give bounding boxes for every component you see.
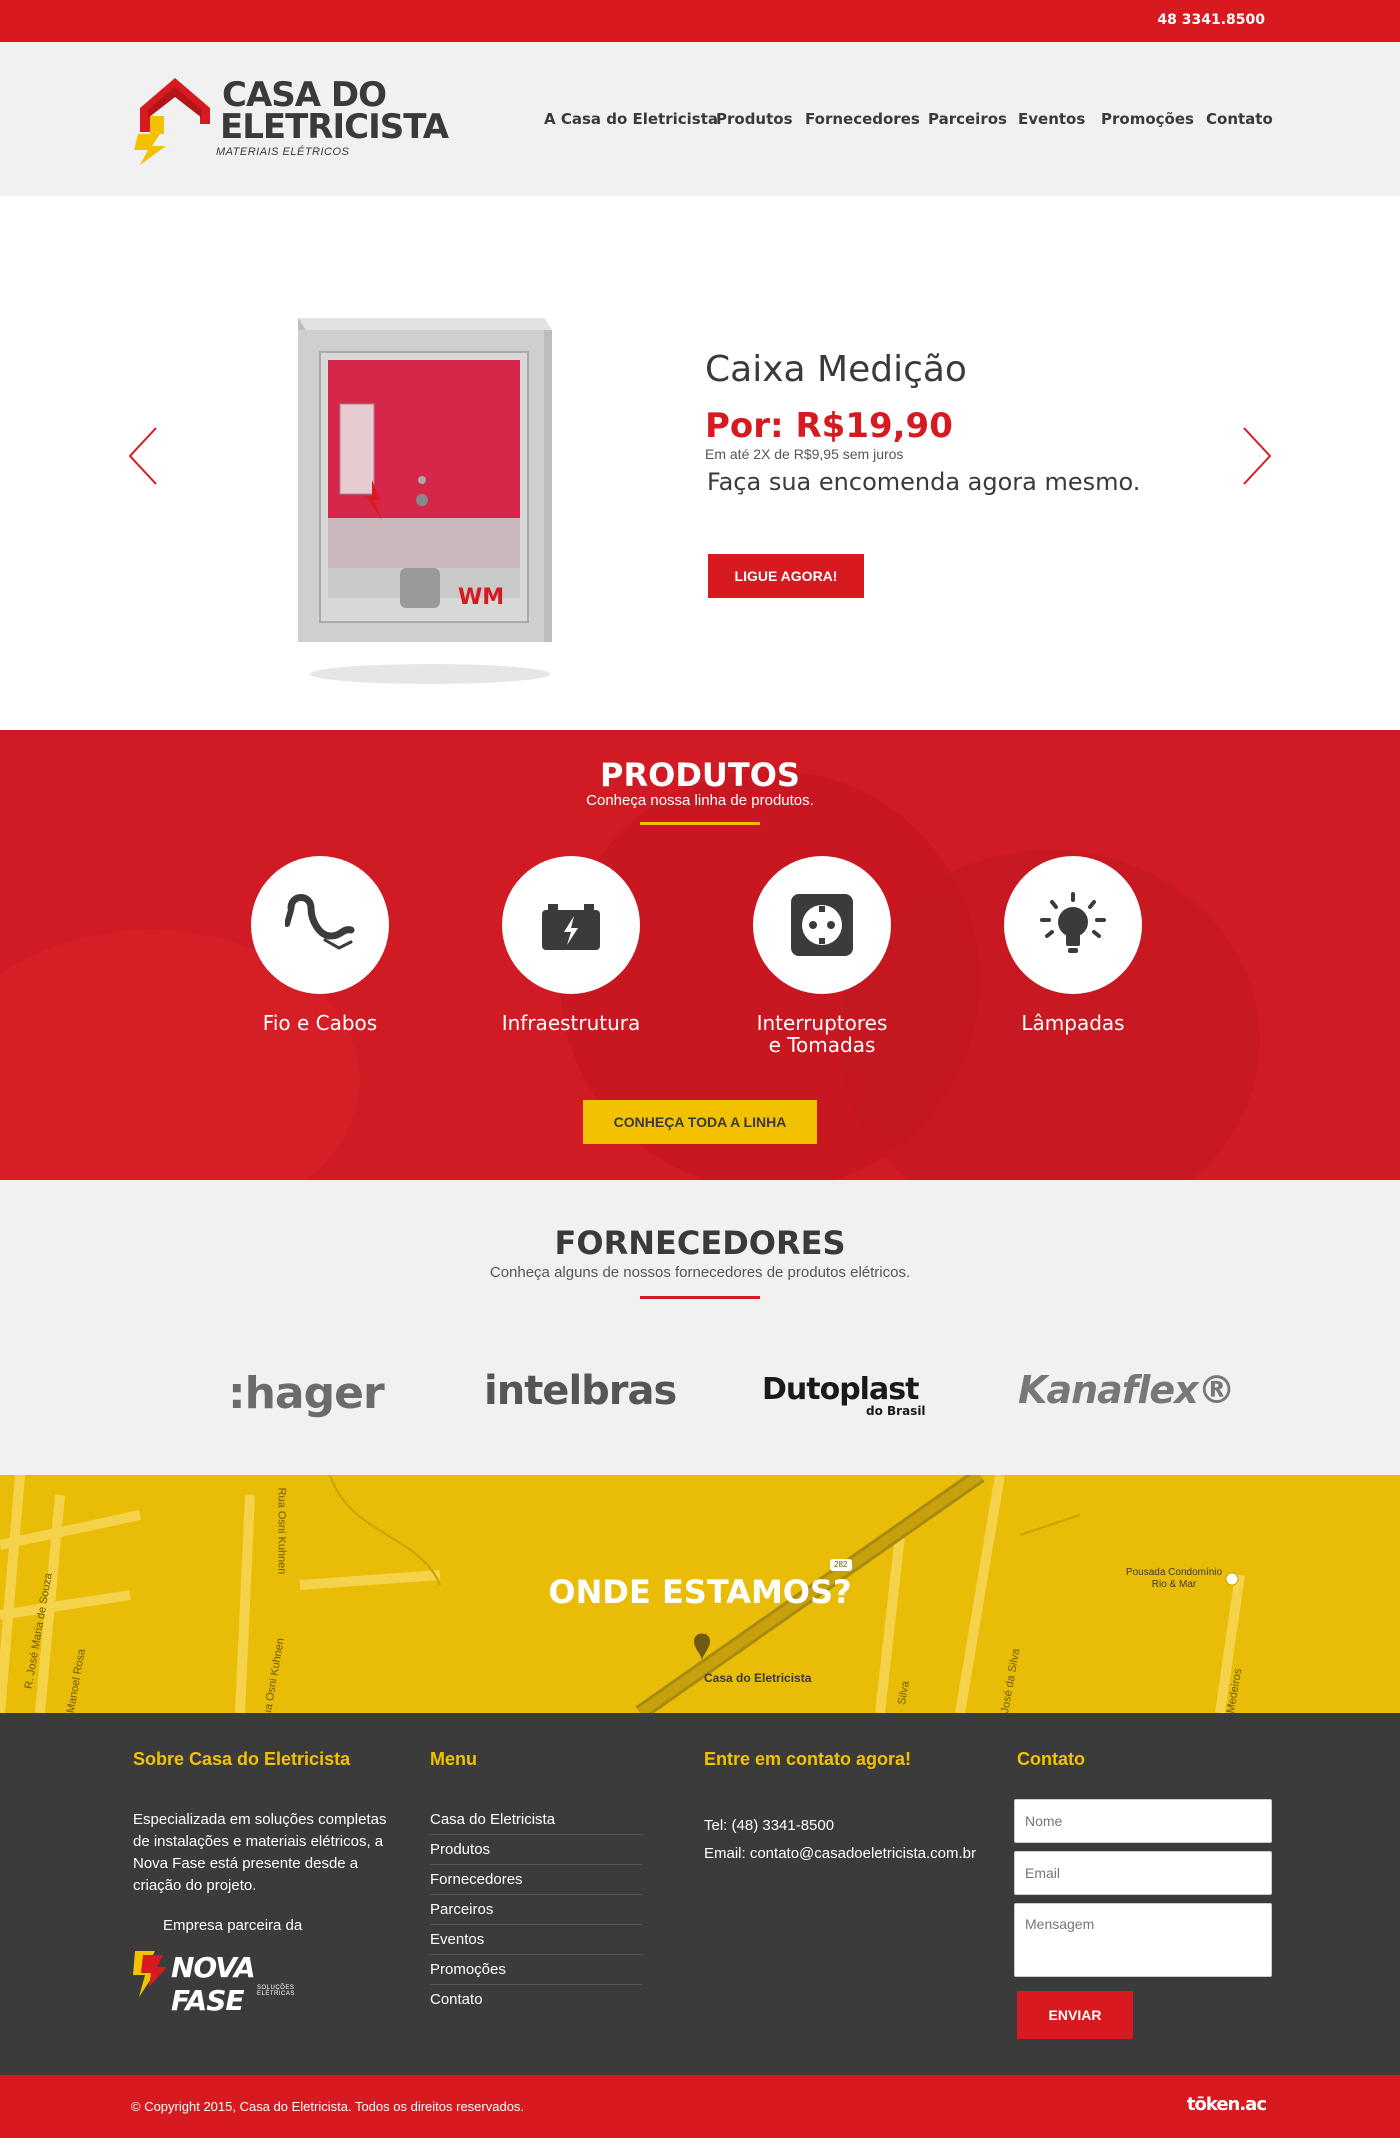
agency-logo[interactable]: tōken.ac bbox=[1187, 2094, 1267, 2115]
slider-prev-arrow-icon[interactable] bbox=[126, 426, 166, 486]
category-infraestrutura[interactable]: Infraestrutura bbox=[471, 856, 671, 1034]
message-field[interactable] bbox=[1014, 1903, 1272, 1977]
footer-menu-item[interactable]: Contato bbox=[430, 1985, 642, 2015]
product-image-meter-box: WM bbox=[298, 318, 552, 684]
brand-dutoplast-sub: do Brasil bbox=[866, 1404, 926, 1418]
top-bar: 48 3341.8500 bbox=[0, 0, 1400, 42]
nav-promocoes[interactable]: Promoções bbox=[1101, 110, 1194, 128]
battery-icon bbox=[542, 904, 600, 950]
category-label: Lâmpadas bbox=[1021, 1011, 1125, 1035]
brand-logo-intelbras[interactable]: intelbras bbox=[484, 1368, 677, 1414]
hero-slider: WM Caixa Medição Por: R$19,90 Em até 2X … bbox=[0, 196, 1400, 730]
category-circle bbox=[251, 856, 389, 994]
footer-menu-item[interactable]: Casa do Eletricista bbox=[430, 1805, 642, 1835]
hero-cta-text: Faça sua encomenda agora mesmo. bbox=[707, 468, 1141, 496]
brand-dutoplast-name: Dutoplast bbox=[762, 1372, 919, 1407]
map-highway-label: 282 bbox=[834, 1560, 848, 1569]
view-all-products-button[interactable]: CONHEÇA TODA A LINHA bbox=[583, 1100, 817, 1144]
category-circle bbox=[753, 856, 891, 994]
site-footer: Sobre Casa do Eletricista Especializada … bbox=[0, 1713, 1400, 2075]
suppliers-title: FORNECEDORES bbox=[554, 1224, 846, 1262]
brand-logo-kanaflex[interactable]: Kanaflex® bbox=[1018, 1368, 1236, 1412]
location-map[interactable]: R. José Maria de Souza Rua Osni Kuhnen R… bbox=[0, 1475, 1400, 1713]
nav-eventos[interactable]: Eventos bbox=[1018, 110, 1085, 128]
map-poi-label: Pousada Condomínio Rio & Mar bbox=[1125, 1567, 1223, 1590]
nav-fornecedores[interactable]: Fornecedores bbox=[805, 110, 920, 128]
category-circle bbox=[1004, 856, 1142, 994]
novafase-name: NOVA FASE bbox=[171, 1951, 256, 2017]
outlet-icon bbox=[791, 894, 853, 956]
nav-casa[interactable]: A Casa do Eletricista bbox=[544, 110, 718, 128]
name-field[interactable] bbox=[1014, 1799, 1272, 1843]
hero-title: Caixa Medição bbox=[705, 349, 967, 390]
products-subtitle: Conheça nossa linha de produtos. bbox=[586, 792, 814, 809]
nav-contato[interactable]: Contato bbox=[1206, 110, 1273, 128]
footer-menu: Casa do Eletricista Produtos Fornecedore… bbox=[430, 1805, 642, 2015]
site-logo[interactable]: CASA DO ELETRICISTA MATERIAIS ELÉTRICOS bbox=[130, 70, 470, 170]
footer-about-title: Sobre Casa do Eletricista bbox=[133, 1749, 351, 1769]
category-circle bbox=[502, 856, 640, 994]
logo-line-2: ELETRICISTA bbox=[220, 107, 449, 147]
category-label: Interruptores e Tomadas bbox=[756, 1011, 888, 1057]
footer-phone[interactable]: Tel: (48) 3341-8500 bbox=[704, 1817, 834, 1834]
lightbulb-icon bbox=[1040, 892, 1106, 953]
brand-logo-hager[interactable]: :hager bbox=[228, 1368, 385, 1419]
category-fio-cabos[interactable]: Fio e Cabos bbox=[220, 856, 420, 1034]
brand-logo-dutoplast[interactable]: Dutoplast do Brasil bbox=[762, 1372, 926, 1418]
category-lampadas[interactable]: Lâmpadas bbox=[973, 856, 1173, 1034]
footer-contact-title: Entre em contato agora! bbox=[704, 1749, 912, 1769]
footer-menu-item[interactable]: Promoções bbox=[430, 1955, 642, 1985]
category-label: Infraestrutura bbox=[501, 1011, 641, 1035]
email-field[interactable] bbox=[1014, 1851, 1272, 1895]
footer-menu-item[interactable]: Parceiros bbox=[430, 1895, 642, 1925]
products-title: PRODUTOS bbox=[600, 756, 800, 794]
hero-price: Por: R$19,90 bbox=[705, 406, 953, 446]
product-brand-text: WM bbox=[458, 585, 504, 610]
footer-form-title: Contato bbox=[1017, 1749, 1085, 1769]
novafase-sub: SOLUÇÕES ELÉTRICAS bbox=[257, 1985, 295, 1997]
products-divider bbox=[640, 822, 760, 825]
suppliers-divider bbox=[640, 1296, 760, 1299]
suppliers-subtitle: Conheça alguns de nossos fornecedores de… bbox=[489, 1264, 911, 1281]
footer-about-text: Especializada em soluções completas de i… bbox=[133, 1811, 387, 1894]
logo-subtitle: MATERIAIS ELÉTRICOS bbox=[216, 146, 350, 158]
send-button[interactable]: ENVIAR bbox=[1017, 1991, 1133, 2039]
copyright-text: © Copyright 2015, Casa do Eletricista. T… bbox=[131, 2099, 525, 2114]
map-pin-label: Casa do Eletricista bbox=[704, 1671, 812, 1685]
footer-menu-item[interactable]: Produtos bbox=[430, 1835, 642, 1865]
novafase-bolt-icon bbox=[133, 1951, 167, 1997]
house-bolt-icon bbox=[134, 78, 210, 165]
footer-email[interactable]: Email: contato@casadoeletricista.com.br bbox=[704, 1845, 976, 1862]
call-now-button[interactable]: LIGUE AGORA! bbox=[708, 554, 864, 598]
site-header: CASA DO ELETRICISTA MATERIAIS ELÉTRICOS … bbox=[0, 42, 1400, 196]
top-phone[interactable]: 48 3341.8500 bbox=[1157, 12, 1265, 28]
footer-menu-item[interactable]: Eventos bbox=[430, 1925, 642, 1955]
category-label: Fio e Cabos bbox=[262, 1011, 378, 1035]
category-interruptores[interactable]: Interruptores e Tomadas bbox=[722, 856, 922, 1056]
slider-next-arrow-icon[interactable] bbox=[1234, 426, 1274, 486]
footer-menu-item[interactable]: Fornecedores bbox=[430, 1865, 642, 1895]
products-section: PRODUTOS Conheça nossa linha de produtos… bbox=[0, 730, 1400, 1180]
copyright-bar: © Copyright 2015, Casa do Eletricista. T… bbox=[0, 2075, 1400, 2138]
suppliers-section: FORNECEDORES Conheça alguns de nossos fo… bbox=[0, 1180, 1400, 1475]
footer-partner-text: Empresa parceira da bbox=[163, 1917, 303, 1934]
partner-logo-novafase[interactable]: NOVA FASE SOLUÇÕES ELÉTRICAS bbox=[133, 1947, 333, 2017]
nav-parceiros[interactable]: Parceiros bbox=[928, 110, 1007, 128]
nav-produtos[interactable]: Produtos bbox=[716, 110, 793, 128]
hero-installments: Em até 2X de R$9,95 sem juros bbox=[705, 446, 904, 462]
cable-icon bbox=[285, 894, 355, 950]
map-street-label: Rua Osni Kuhnen bbox=[275, 1487, 288, 1575]
footer-menu-title: Menu bbox=[430, 1749, 477, 1769]
